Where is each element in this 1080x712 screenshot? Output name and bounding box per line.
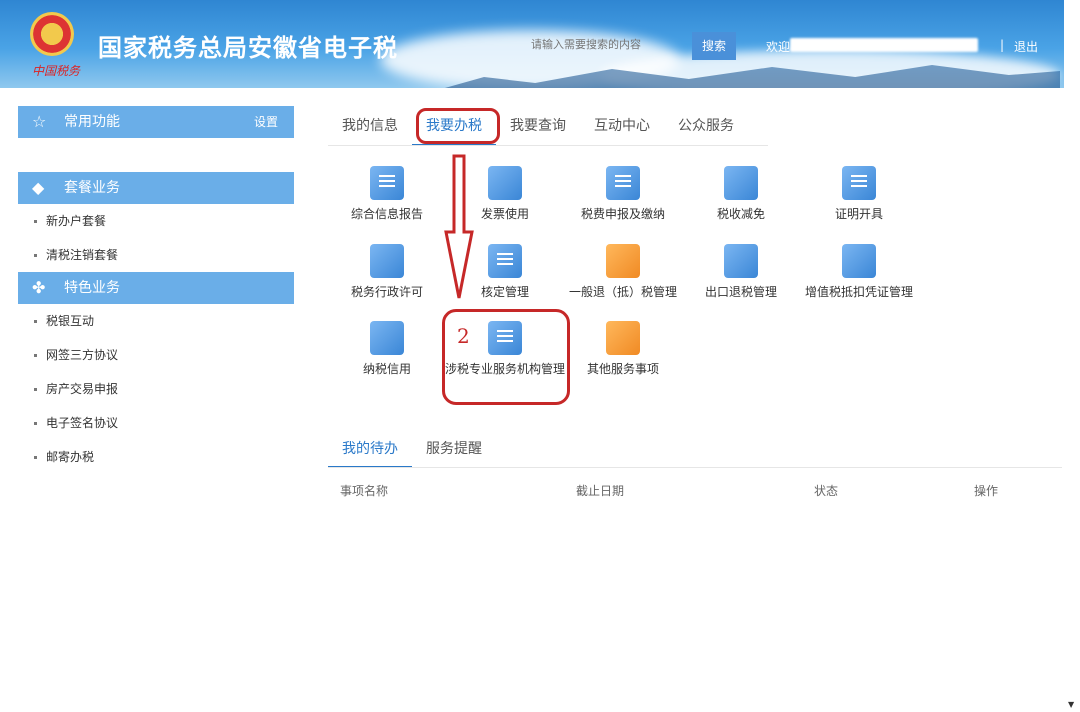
tile-label: 增值税抵扣凭证管理 xyxy=(804,285,913,299)
document-list-icon xyxy=(370,166,404,200)
certificate-icon xyxy=(842,166,876,200)
tile-label: 证明开具 xyxy=(834,207,883,221)
tile-admin-license[interactable]: 税务行政许可 xyxy=(322,244,452,300)
cube-icon: ◆ xyxy=(32,178,45,197)
tile-export-refund[interactable]: 出口退税管理 xyxy=(676,244,806,300)
sidebar-item-e-signature[interactable]: 电子签名协议 xyxy=(18,406,294,440)
logout-link[interactable]: 退出 xyxy=(1014,38,1038,55)
tab-my-todo[interactable]: 我的待办 xyxy=(328,434,412,468)
common-functions-title: 常用功能 xyxy=(64,114,120,130)
tile-label: 税收减免 xyxy=(716,207,765,221)
emblem-caption: 中国税务 xyxy=(32,64,81,78)
tile-tax-credit[interactable]: 纳税信用 xyxy=(322,321,452,377)
tile-vat-voucher[interactable]: 增值税抵扣凭证管理 xyxy=(794,244,924,300)
special-business-title: 特色业务 xyxy=(64,280,120,296)
tile-label: 税务行政许可 xyxy=(350,285,423,299)
column-deadline: 截止日期 xyxy=(576,484,625,498)
sidebar-item-deregistration[interactable]: 清税注销套餐 xyxy=(18,238,294,272)
site-header: 中国税务 国家税务总局安徽省电子税 搜索 欢迎 | 退出 xyxy=(0,0,1064,88)
refund-icon xyxy=(606,244,640,278)
settings-link[interactable]: 设置 xyxy=(254,106,278,138)
tile-label: 其他服务事项 xyxy=(586,362,659,376)
tile-label: 出口退税管理 xyxy=(704,285,777,299)
special-business-header[interactable]: ✤ 特色业务 xyxy=(18,272,294,304)
sidebar-item-tripartite[interactable]: 网签三方协议 xyxy=(18,338,294,372)
header-separator: | xyxy=(1000,38,1005,52)
common-functions-header[interactable]: ☆ 常用功能 设置 xyxy=(18,106,294,138)
tab-public-service[interactable]: 公众服务 xyxy=(664,112,748,146)
tab-my-info[interactable]: 我的信息 xyxy=(328,112,412,146)
highlight-box-tab xyxy=(416,108,500,144)
todo-tabs: 我的待办 服务提醒 xyxy=(328,434,496,468)
export-refund-icon xyxy=(724,244,758,278)
voucher-icon xyxy=(842,244,876,278)
tax-declaration-icon xyxy=(606,166,640,200)
credit-user-icon xyxy=(370,321,404,355)
tile-label: 一般退（抵）税管理 xyxy=(568,285,677,299)
tile-certificate[interactable]: 证明开具 xyxy=(794,166,924,222)
todo-divider xyxy=(328,467,1062,468)
red-arrow-annotation xyxy=(444,154,474,299)
tax-emblem-icon xyxy=(30,12,74,56)
tab-query[interactable]: 我要查询 xyxy=(496,112,580,146)
grid-icon xyxy=(606,321,640,355)
tile-tax-declaration[interactable]: 税费申报及缴纳 xyxy=(558,166,688,222)
main-tabs: 我的信息 我要办税 我要查询 互动中心 公众服务 xyxy=(328,112,748,146)
scroll-down-icon[interactable]: ▼ xyxy=(1068,700,1074,709)
step-number: 2 xyxy=(457,324,470,348)
column-action: 操作 xyxy=(974,484,999,498)
tile-other-services[interactable]: 其他服务事项 xyxy=(558,321,688,377)
column-item-name: 事项名称 xyxy=(340,484,389,498)
sidebar: ☆ 常用功能 设置 ◆ 套餐业务 新办户套餐 清税注销套餐 ✤ 特色业务 税银互… xyxy=(18,106,294,474)
chart-icon xyxy=(370,244,404,278)
search-input[interactable] xyxy=(525,32,692,58)
star-icon: ☆ xyxy=(32,112,47,131)
column-status: 状态 xyxy=(814,484,839,498)
site-title: 国家税务总局安徽省电子税 xyxy=(98,34,398,62)
welcome-text: 欢迎 xyxy=(766,40,791,54)
sidebar-item-property[interactable]: 房产交易申报 xyxy=(18,372,294,406)
search-button[interactable]: 搜索 xyxy=(692,32,736,60)
package-business-header[interactable]: ◆ 套餐业务 xyxy=(18,172,294,204)
tile-comprehensive-report[interactable]: 综合信息报告 xyxy=(322,166,452,222)
tab-interaction[interactable]: 互动中心 xyxy=(580,112,664,146)
tile-label: 纳税信用 xyxy=(362,362,411,376)
clover-icon: ✤ xyxy=(32,278,46,297)
package-business-title: 套餐业务 xyxy=(64,180,120,196)
yen-coupon-icon xyxy=(724,166,758,200)
user-name-redacted xyxy=(790,38,978,52)
tile-label: 税费申报及缴纳 xyxy=(580,207,665,221)
tab-service-reminder[interactable]: 服务提醒 xyxy=(412,434,496,468)
invoice-icon xyxy=(488,166,522,200)
tile-tax-reduction[interactable]: 税收减免 xyxy=(676,166,806,222)
stamp-icon xyxy=(488,244,522,278)
tile-general-refund[interactable]: 一般退（抵）税管理 xyxy=(558,244,688,300)
sidebar-item-tax-bank[interactable]: 税银互动 xyxy=(18,304,294,338)
tile-label: 综合信息报告 xyxy=(350,207,423,221)
sidebar-item-mail-tax[interactable]: 邮寄办税 xyxy=(18,440,294,474)
tabs-divider xyxy=(328,145,768,146)
sidebar-item-new-household[interactable]: 新办户套餐 xyxy=(18,204,294,238)
